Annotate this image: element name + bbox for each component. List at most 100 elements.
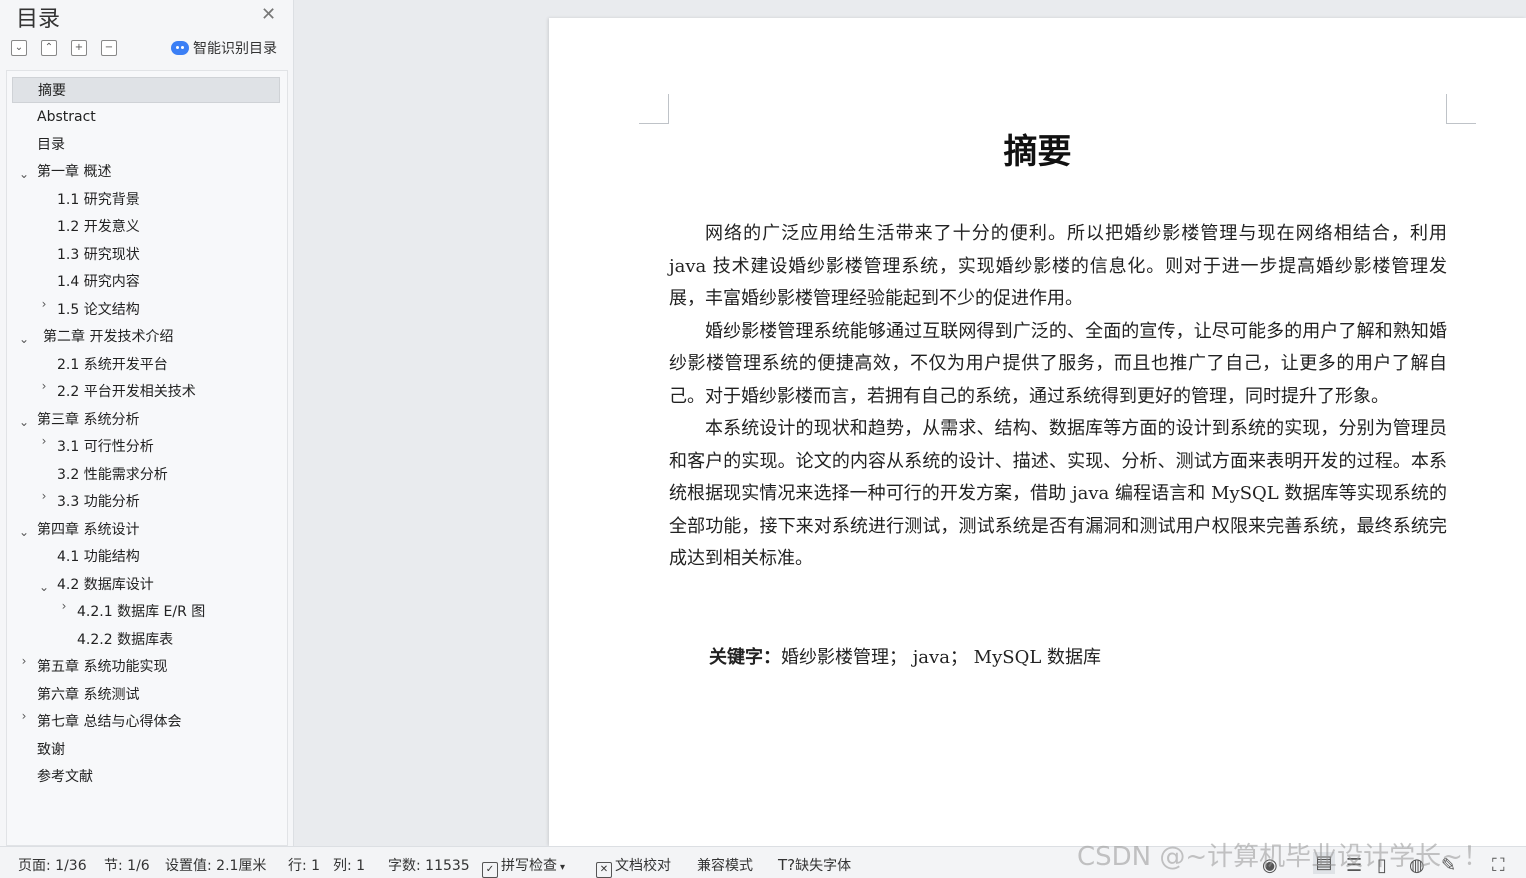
chevron-down-icon[interactable]: ⌄	[18, 332, 30, 346]
toc-item-contents[interactable]: 目录	[37, 132, 65, 158]
toc-item-label: 第五章 系统功能实现	[37, 659, 168, 675]
doc-proof-label: 文档校对	[615, 858, 671, 874]
add-level-icon[interactable]: +	[71, 40, 87, 56]
toc-item-label: 1.2 开发意义	[57, 219, 140, 235]
toc-panel: 目录 ✕ ⌄ ⌃ + − 智能识别目录 摘要 Abstract 目录 ⌄ 第一章…	[0, 0, 294, 846]
chevron-right-icon[interactable]: ›	[38, 489, 50, 503]
remove-level-icon[interactable]: −	[101, 40, 117, 56]
setting-value: 设置值: 2.1厘米	[165, 858, 267, 874]
toc-item-label: 摘要	[38, 83, 66, 99]
missing-font-button[interactable]: T?缺失字体	[778, 855, 851, 875]
toc-item-label: 第二章 开发技术介绍	[43, 329, 174, 345]
toc-item-label: 4.2.2 数据库表	[77, 632, 174, 648]
compat-mode-button[interactable]: 兼容模式	[697, 855, 753, 875]
chevron-down-icon[interactable]: ⌄	[18, 167, 30, 181]
toc-item-chapter-5[interactable]: 第五章 系统功能实现	[37, 654, 167, 680]
fullscreen-icon[interactable]: ⛶	[1492, 855, 1505, 876]
expand-all-icon[interactable]: ⌃	[41, 40, 57, 56]
toc-item-1-2[interactable]: 1.2 开发意义	[57, 214, 140, 240]
spell-check-icon: ✓	[482, 862, 498, 878]
body-paragraph: 网络的广泛应用给生活带来了十分的便利。所以把婚纱影楼管理与现在网络相结合，利用 …	[669, 223, 1447, 309]
toc-item-label: 4.2 数据库设计	[57, 577, 154, 593]
toc-item-acknowledgements[interactable]: 致谢	[37, 737, 65, 763]
body-paragraph: 本系统设计的现状和趋势，从需求、结构、数据库等方面的设计到系统的实现，分别为管理…	[669, 418, 1447, 569]
keywords-line: 关键字：婚纱影楼管理； java； MySQL 数据库	[709, 643, 1101, 669]
toc-item-chapter-6[interactable]: 第六章 系统测试	[37, 682, 139, 708]
toc-item-3-2[interactable]: 3.2 性能需求分析	[57, 462, 168, 488]
toc-item-3-3[interactable]: 3.3 功能分析	[57, 489, 140, 515]
toc-item-label: 3.3 功能分析	[57, 494, 140, 510]
toc-item-4-1[interactable]: 4.1 功能结构	[57, 544, 140, 570]
toc-item-label: 第六章 系统测试	[37, 687, 140, 703]
chevron-right-icon[interactable]: ›	[18, 709, 30, 723]
spell-check-label: 拼写检查	[501, 858, 557, 874]
missing-font-label: 缺失字体	[795, 858, 852, 874]
toc-item-label: 2.2 平台开发相关技术	[57, 384, 196, 400]
toc-item-1-1[interactable]: 1.1 研究背景	[57, 187, 140, 213]
crop-mark	[1446, 94, 1476, 124]
toc-item-3-1[interactable]: 3.1 可行性分析	[57, 434, 154, 460]
page-title: 摘要	[1003, 132, 1072, 172]
toc-list: 摘要 Abstract 目录 ⌄ 第一章 概述 1.1 研究背景 1.2 开发意…	[6, 70, 288, 846]
toc-item-abstract-en[interactable]: Abstract	[37, 104, 96, 130]
chevron-right-icon[interactable]: ›	[38, 434, 50, 448]
toc-item-label: 4.1 功能结构	[57, 549, 140, 565]
column-indicator: 列: 1	[333, 858, 366, 874]
word-count[interactable]: 字数: 11535	[388, 855, 470, 875]
chevron-right-icon[interactable]: ›	[38, 297, 50, 311]
chevron-down-icon[interactable]: ⌄	[38, 580, 50, 594]
toc-item-chapter-7[interactable]: 第七章 总结与心得体会	[37, 709, 181, 735]
chevron-right-icon[interactable]: ›	[18, 654, 30, 668]
toc-item-chapter-2[interactable]: 第二章 开发技术介绍	[43, 324, 173, 350]
spell-check-button[interactable]: ✓ 拼写检查 ▾	[482, 855, 565, 878]
toc-item-label: 4.2.1 数据库 E/R 图	[77, 604, 206, 620]
doc-proof-button[interactable]: ✕ 文档校对	[596, 855, 671, 878]
toc-item-label: 1.3 研究现状	[57, 247, 140, 263]
toc-item-label: 1.1 研究背景	[57, 192, 140, 208]
toc-item-label: 参考文献	[37, 769, 93, 785]
proofread-icon: ✕	[596, 862, 612, 878]
toc-item-label: 第四章 系统设计	[37, 522, 140, 538]
body-paragraph: 婚纱影楼管理系统能够通过互联网得到广泛的、全面的宣传，让尽可能多的用户了解和熟知…	[669, 320, 1447, 407]
toc-item-label: 3.2 性能需求分析	[57, 467, 168, 483]
keywords-label: 关键字：	[709, 647, 781, 668]
missing-font-icon: T?	[778, 856, 796, 874]
chevron-down-icon[interactable]: ⌄	[18, 525, 30, 539]
toc-item-2-1[interactable]: 2.1 系统开发平台	[57, 352, 168, 378]
chevron-right-icon[interactable]: ›	[38, 379, 50, 393]
section-indicator: 节: 1/6	[104, 858, 150, 874]
toc-item-abstract-cn[interactable]: 摘要	[12, 77, 280, 103]
toc-item-references[interactable]: 参考文献	[37, 764, 93, 790]
close-icon[interactable]: ✕	[261, 4, 276, 25]
toc-item-chapter-3[interactable]: 第三章 系统分析	[37, 407, 139, 433]
ai-assistant-icon	[171, 41, 189, 55]
toc-item-4-2-2[interactable]: 4.2.2 数据库表	[77, 627, 173, 653]
toc-item-chapter-4[interactable]: 第四章 系统设计	[37, 517, 139, 543]
toc-item-label: 2.1 系统开发平台	[57, 357, 168, 373]
toc-item-4-2-1[interactable]: 4.2.1 数据库 E/R 图	[77, 599, 205, 625]
toc-item-label: 3.1 可行性分析	[57, 439, 154, 455]
row-indicator: 行: 1	[288, 858, 321, 874]
document-page[interactable]: 摘要 网络的广泛应用给生活带来了十分的便利。所以把婚纱影楼管理与现在网络相结合，…	[549, 18, 1526, 846]
chevron-down-icon[interactable]: ▾	[560, 862, 565, 873]
toc-title: 目录	[16, 7, 61, 32]
toc-item-4-2[interactable]: 4.2 数据库设计	[57, 572, 154, 598]
toc-item-label: 第三章 系统分析	[37, 412, 140, 428]
toc-item-label: 第七章 总结与心得体会	[37, 714, 182, 730]
toc-item-2-2[interactable]: 2.2 平台开发相关技术	[57, 379, 196, 405]
toc-item-1-5[interactable]: 1.5 论文结构	[57, 297, 140, 323]
chevron-right-icon[interactable]: ›	[58, 599, 70, 613]
collapse-all-icon[interactable]: ⌄	[11, 40, 27, 56]
smart-toc-button[interactable]: 智能识别目录	[171, 38, 277, 58]
toc-item-label: Abstract	[37, 109, 96, 125]
toc-item-1-3[interactable]: 1.3 研究现状	[57, 242, 140, 268]
document-body: 网络的广泛应用给生活带来了十分的便利。所以把婚纱影楼管理与现在网络相结合，利用 …	[669, 218, 1447, 576]
page-indicator[interactable]: 页面: 1/36	[18, 855, 87, 875]
chevron-down-icon[interactable]: ⌄	[18, 415, 30, 429]
toc-item-1-4[interactable]: 1.4 研究内容	[57, 269, 140, 295]
watermark: CSDN @~计算机毕业设计学长~！	[1077, 842, 1489, 872]
toc-item-label: 致谢	[37, 742, 65, 758]
toc-item-label: 1.4 研究内容	[57, 274, 140, 290]
toc-item-label: 第一章 概述	[37, 164, 112, 180]
toc-item-chapter-1[interactable]: 第一章 概述	[37, 159, 111, 185]
